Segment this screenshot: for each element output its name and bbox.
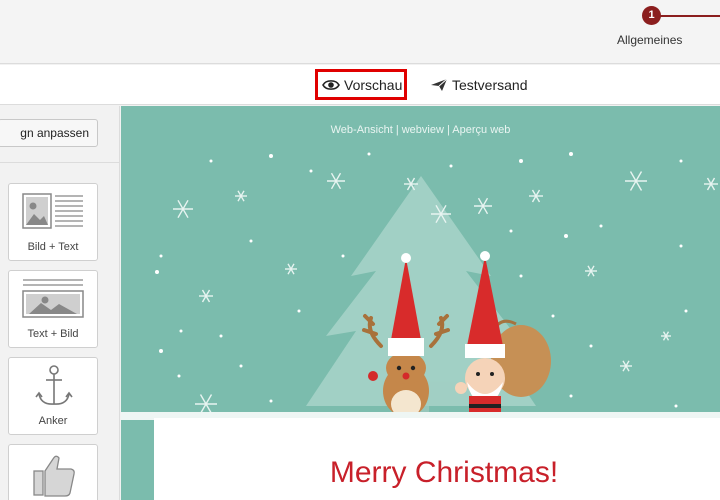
email-content-block[interactable]: Merry Christmas!	[154, 418, 720, 500]
image-text-icon	[22, 193, 83, 229]
thumbs-up-icon	[33, 455, 75, 497]
preview-toolbar: Vorschau Testversand	[0, 65, 720, 105]
block-social[interactable]	[8, 444, 98, 500]
block-text-image[interactable]: Text + Bild	[8, 270, 98, 348]
text-image-icon	[22, 279, 84, 318]
sidebar-divider	[0, 162, 120, 163]
paper-plane-icon	[431, 78, 448, 91]
test-send-button[interactable]: Testversand	[428, 69, 538, 100]
block-image-text[interactable]: Bild + Text	[8, 183, 98, 261]
block-label: Text + Bild	[27, 328, 79, 340]
webview-link[interactable]: Web-Ansicht | webview | Aperçu web	[121, 124, 720, 136]
email-headline: Merry Christmas!	[329, 456, 559, 489]
block-sidebar: gn anpassen Bild + Text Text + Bild Anke…	[0, 106, 120, 500]
block-anchor[interactable]: Anker	[8, 357, 98, 435]
block-label: Anker	[38, 415, 68, 427]
step-progress-line	[660, 15, 720, 17]
step-number-badge[interactable]: 1	[642, 6, 661, 25]
step-label[interactable]: Allgemeines	[617, 33, 682, 47]
anchor-icon	[35, 365, 73, 405]
customize-design-button[interactable]: gn anpassen	[0, 119, 98, 147]
email-preview: Web-Ansicht | webview | Aperçu web Merry…	[121, 106, 720, 500]
block-label: Bild + Text	[27, 241, 79, 253]
step-navigation: 1 Allgemeines	[0, 0, 720, 64]
test-send-button-label: Testversand	[452, 76, 528, 93]
preview-button[interactable]: Vorschau	[315, 69, 407, 100]
preview-button-label: Vorschau	[344, 76, 403, 93]
eye-icon	[322, 79, 340, 90]
